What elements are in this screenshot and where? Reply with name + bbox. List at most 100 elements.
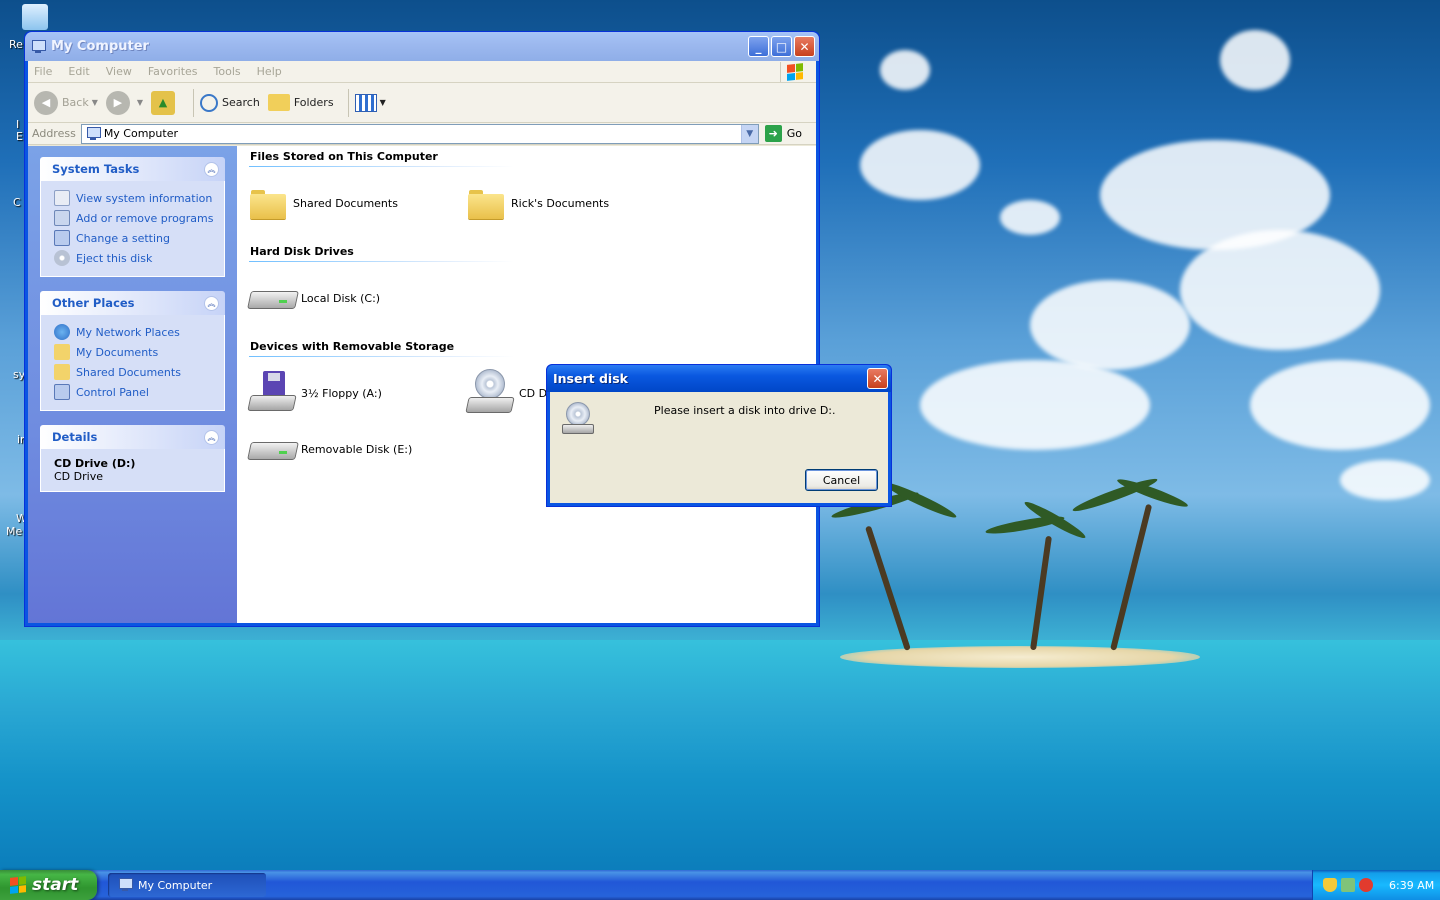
dialog-message: Please insert a disk into drive D:. xyxy=(654,404,836,417)
toolbar-separator xyxy=(347,88,349,117)
chevron-down-icon[interactable]: ▼ xyxy=(137,98,143,107)
my-documents-icon xyxy=(54,344,70,360)
desktop-icon-label[interactable]: Re xyxy=(9,38,23,51)
place-my-documents[interactable]: My Documents xyxy=(54,342,214,362)
task-view-system-information[interactable]: View system information xyxy=(54,188,214,208)
task-change-setting[interactable]: Change a setting xyxy=(54,228,214,248)
clock[interactable]: 6:39 AM xyxy=(1389,879,1434,892)
control-panel-icon xyxy=(54,384,70,400)
folder-icon xyxy=(267,94,290,111)
views-grid-icon xyxy=(354,93,377,112)
network-icon[interactable] xyxy=(1341,878,1355,892)
security-shield-icon[interactable] xyxy=(1323,878,1337,892)
system-tray: 6:39 AM xyxy=(1312,870,1440,900)
chevron-down-icon[interactable]: ▼ xyxy=(380,98,386,107)
go-button[interactable]: ➜ Go xyxy=(759,125,816,142)
up-button[interactable]: ▲ xyxy=(151,90,179,115)
forward-button[interactable]: ▶ ▼ xyxy=(105,90,143,115)
address-value: My Computer xyxy=(103,127,178,140)
folder-icon xyxy=(467,187,505,219)
group-title-removable: Devices with Removable Storage xyxy=(250,340,455,353)
task-add-remove-programs[interactable]: Add or remove programs xyxy=(54,208,214,228)
add-remove-programs-icon xyxy=(54,210,70,226)
toolbar-separator xyxy=(193,88,195,117)
task-eject-disk[interactable]: Eject this disk xyxy=(54,248,214,268)
hard-drive-icon xyxy=(249,285,295,311)
close-button[interactable]: ✕ xyxy=(794,36,815,57)
my-computer-window: My Computer _ □ ✕ File Edit View Favorit… xyxy=(24,31,820,627)
taskbar-button-my-computer[interactable]: My Computer xyxy=(108,873,266,897)
go-arrow-icon: ➜ xyxy=(764,125,782,142)
back-button[interactable]: ◀ Back ▼ xyxy=(34,90,98,115)
cd-drive-icon xyxy=(465,369,515,417)
other-places-header[interactable]: Other Places ︽ xyxy=(40,291,225,315)
place-label: Shared Documents xyxy=(76,365,181,379)
details-item-type: CD Drive xyxy=(54,470,103,483)
task-label: Add or remove programs xyxy=(76,211,214,225)
desktop-icon-label[interactable]: C xyxy=(13,196,21,209)
cd-drive-icon xyxy=(562,402,596,436)
group-divider xyxy=(249,261,514,262)
start-button[interactable]: start xyxy=(0,870,97,900)
views-button[interactable]: ▼ xyxy=(354,93,386,112)
recycle-bin-icon[interactable] xyxy=(22,4,48,30)
up-folder-icon: ▲ xyxy=(151,90,176,115)
menu-tools[interactable]: Tools xyxy=(214,65,241,78)
my-computer-icon xyxy=(118,878,133,892)
chevron-down-icon[interactable]: ▼ xyxy=(92,98,98,107)
group-title-files: Files Stored on This Computer xyxy=(250,150,438,163)
item-label: Removable Disk (E:) xyxy=(301,442,413,456)
floppy-drive-icon xyxy=(247,371,297,415)
desktop-icon-label[interactable]: E xyxy=(16,130,23,143)
place-my-network-places[interactable]: My Network Places xyxy=(54,322,214,342)
search-button[interactable]: Search xyxy=(200,93,260,112)
taskbar: start My Computer 6:39 AM xyxy=(0,870,1440,900)
menu-bar: File Edit View Favorites Tools Help xyxy=(28,61,816,83)
cancel-button[interactable]: Cancel xyxy=(805,469,878,491)
window-titlebar[interactable]: My Computer _ □ ✕ xyxy=(25,32,819,61)
system-tasks-header[interactable]: System Tasks ︽ xyxy=(40,157,225,181)
network-places-icon xyxy=(54,324,70,340)
item-floppy-a[interactable]: 3½ Floppy (A:) xyxy=(247,365,467,421)
dialog-title: Insert disk xyxy=(553,371,628,386)
task-label: Change a setting xyxy=(76,231,170,245)
item-label: Shared Documents xyxy=(293,196,398,210)
item-ricks-documents[interactable]: Rick's Documents xyxy=(467,175,685,231)
dialog-close-button[interactable]: ✕ xyxy=(867,368,888,389)
dialog-titlebar[interactable]: Insert disk ✕ xyxy=(547,365,891,392)
group-divider xyxy=(249,166,514,167)
task-label: Eject this disk xyxy=(76,251,153,265)
details-header[interactable]: Details ︽ xyxy=(40,425,225,449)
folders-button[interactable]: Folders xyxy=(267,94,334,111)
item-local-disk-c[interactable]: Local Disk (C:) xyxy=(249,270,467,326)
minimize-button[interactable]: _ xyxy=(748,36,769,57)
collapse-chevron-icon[interactable]: ︽ xyxy=(204,295,219,311)
item-label: 3½ Floppy (A:) xyxy=(301,386,382,400)
menu-view[interactable]: View xyxy=(106,65,132,78)
standard-toolbar: ◀ Back ▼ ▶ ▼ ▲ Search Folders ▼ xyxy=(28,83,816,123)
menu-help[interactable]: Help xyxy=(257,65,282,78)
desktop-icon-label[interactable]: Me xyxy=(6,525,22,538)
menu-favorites[interactable]: Favorites xyxy=(148,65,198,78)
address-input[interactable]: My Computer ▼ xyxy=(80,123,759,144)
search-icon xyxy=(200,93,219,112)
menu-edit[interactable]: Edit xyxy=(68,65,89,78)
place-label: Control Panel xyxy=(76,385,149,399)
control-panel-icon xyxy=(54,230,70,246)
place-shared-documents[interactable]: Shared Documents xyxy=(54,362,214,382)
back-label: Back xyxy=(62,96,89,109)
task-label: View system information xyxy=(76,191,213,205)
chevron-down-icon[interactable]: ▼ xyxy=(740,124,758,143)
place-control-panel[interactable]: Control Panel xyxy=(54,382,214,402)
item-removable-disk-e[interactable]: Removable Disk (E:) xyxy=(249,421,467,477)
address-label: Address xyxy=(32,127,76,140)
collapse-chevron-icon[interactable]: ︽ xyxy=(204,161,219,177)
my-computer-icon xyxy=(31,39,46,54)
collapse-chevron-icon[interactable]: ︽ xyxy=(204,429,219,445)
windows-logo-icon xyxy=(10,876,26,894)
menu-file[interactable]: File xyxy=(34,65,52,78)
alert-icon[interactable] xyxy=(1359,878,1373,892)
maximize-button[interactable]: □ xyxy=(771,36,792,57)
place-label: My Documents xyxy=(76,345,159,359)
item-shared-documents[interactable]: Shared Documents xyxy=(249,175,467,231)
